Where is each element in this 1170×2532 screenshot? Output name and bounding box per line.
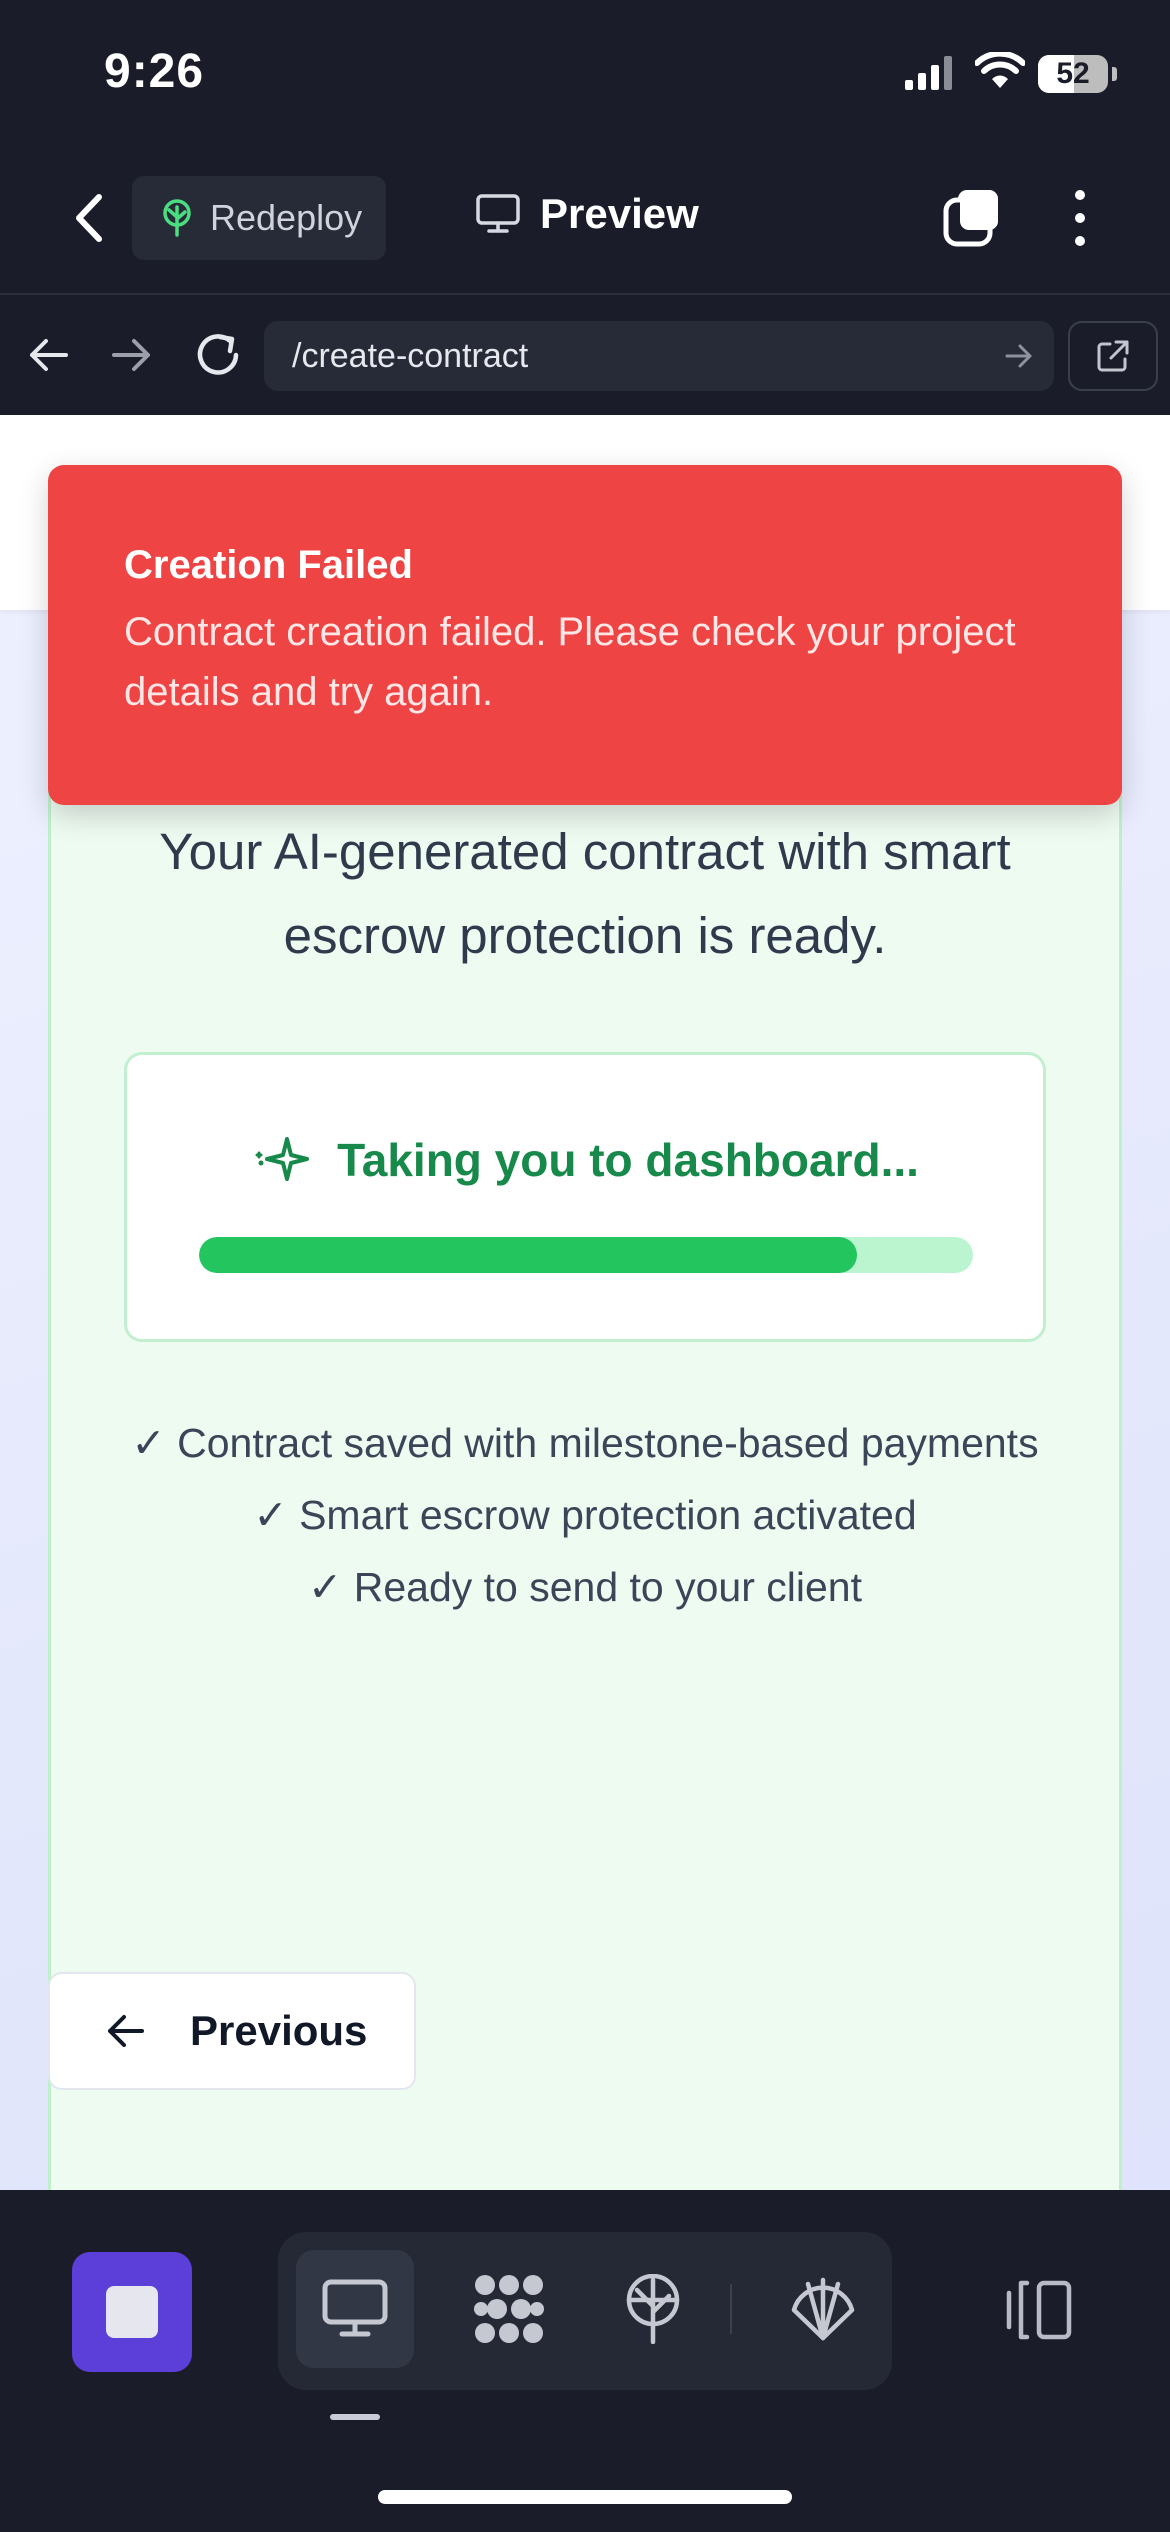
deploy-icon: [626, 2274, 680, 2344]
more-dot: [1075, 213, 1085, 223]
wifi-icon: [975, 52, 1025, 90]
sparkle-icon: [251, 1135, 315, 1185]
success-card: [48, 565, 1122, 2190]
url-text: /create-contract: [292, 336, 529, 375]
redirect-progress-bar: [199, 1237, 973, 1273]
battery-percent: 52: [1056, 57, 1090, 90]
redeploy-tree-icon: [160, 199, 194, 237]
arrow-right-icon: [112, 339, 150, 371]
tabs-icon: [943, 190, 998, 247]
redeploy-label: Redeploy: [210, 197, 363, 238]
redirect-progress-fill: [199, 1237, 857, 1273]
more-dot: [1075, 236, 1085, 246]
shell-tool-button[interactable]: [764, 2250, 882, 2368]
status-time: 9:26: [104, 45, 205, 98]
chevron-left-icon: [76, 194, 102, 242]
active-tab-indicator: [330, 2414, 380, 2420]
back-button[interactable]: [58, 188, 118, 248]
redeploy-button[interactable]: Redeploy: [132, 176, 386, 260]
arrow-left-icon: [30, 339, 68, 371]
feature-item: ✓ Smart escrow protection activated: [253, 1492, 917, 1538]
desktop-tool-button[interactable]: [296, 2250, 414, 2368]
go-arrow-icon[interactable]: [1004, 341, 1034, 371]
shell-icon: [791, 2277, 855, 2341]
toast-message: Contract creation failed. Please check y…: [124, 610, 1016, 714]
preview-label: Preview: [540, 190, 699, 237]
feature-item: ✓ Ready to send to your client: [308, 1564, 862, 1610]
preview-tab[interactable]: Preview: [476, 190, 699, 238]
stop-icon: [106, 2286, 158, 2338]
battery-tip: [1112, 67, 1117, 81]
redirect-status-box: Taking you to dashboard...: [124, 1052, 1046, 1342]
monitor-icon: [476, 194, 520, 234]
error-toast[interactable]: Creation Failed Contract creation failed…: [48, 465, 1122, 805]
tabs-button[interactable]: [940, 186, 1004, 250]
apps-icon: [474, 2275, 544, 2343]
open-external-button[interactable]: [1068, 321, 1158, 391]
toast-title: Creation Failed: [124, 543, 413, 587]
previous-label: Previous: [190, 2007, 368, 2054]
tool-divider: [730, 2284, 732, 2334]
browser-back-button[interactable]: [26, 333, 70, 377]
reload-icon: [197, 334, 239, 375]
redirect-text: Taking you to dashboard...: [337, 1134, 919, 1186]
battery-indicator: 52: [1038, 55, 1108, 93]
desktop-icon: [322, 2279, 388, 2337]
more-options-button[interactable]: [1055, 186, 1105, 250]
home-indicator: [378, 2490, 792, 2504]
bottom-bar: [0, 2190, 1170, 2532]
status-bar: 9:26 52: [0, 0, 1170, 150]
redirect-row: Taking you to dashboard...: [127, 1133, 1043, 1187]
previous-button[interactable]: Previous: [48, 1972, 416, 2090]
feature-list: ✓ Contract saved with milestone-based pa…: [124, 1413, 1046, 1629]
tool-group: [278, 2232, 892, 2390]
more-vertical-icon: [1075, 190, 1085, 200]
success-message: Your AI-generated contract with smart es…: [159, 823, 1011, 964]
apps-tool-button[interactable]: [450, 2250, 568, 2368]
browser-forward-button[interactable]: [110, 333, 154, 377]
app-toolbar: Redeploy Preview: [0, 150, 1170, 295]
panel-icon: [1006, 2280, 1072, 2340]
arrow-left-icon: [106, 2013, 146, 2049]
stop-button[interactable]: [72, 2252, 192, 2372]
feature-item: ✓ Contract saved with milestone-based pa…: [131, 1420, 1039, 1466]
reload-button[interactable]: [194, 329, 242, 379]
cellular-signal-icon: [905, 56, 955, 90]
external-link-icon: [1097, 340, 1129, 372]
panel-toggle-button[interactable]: [998, 2270, 1078, 2350]
deploy-tool-button[interactable]: [594, 2250, 712, 2368]
url-field[interactable]: /create-contract: [264, 321, 1054, 391]
browser-bar: /create-contract: [0, 297, 1170, 415]
